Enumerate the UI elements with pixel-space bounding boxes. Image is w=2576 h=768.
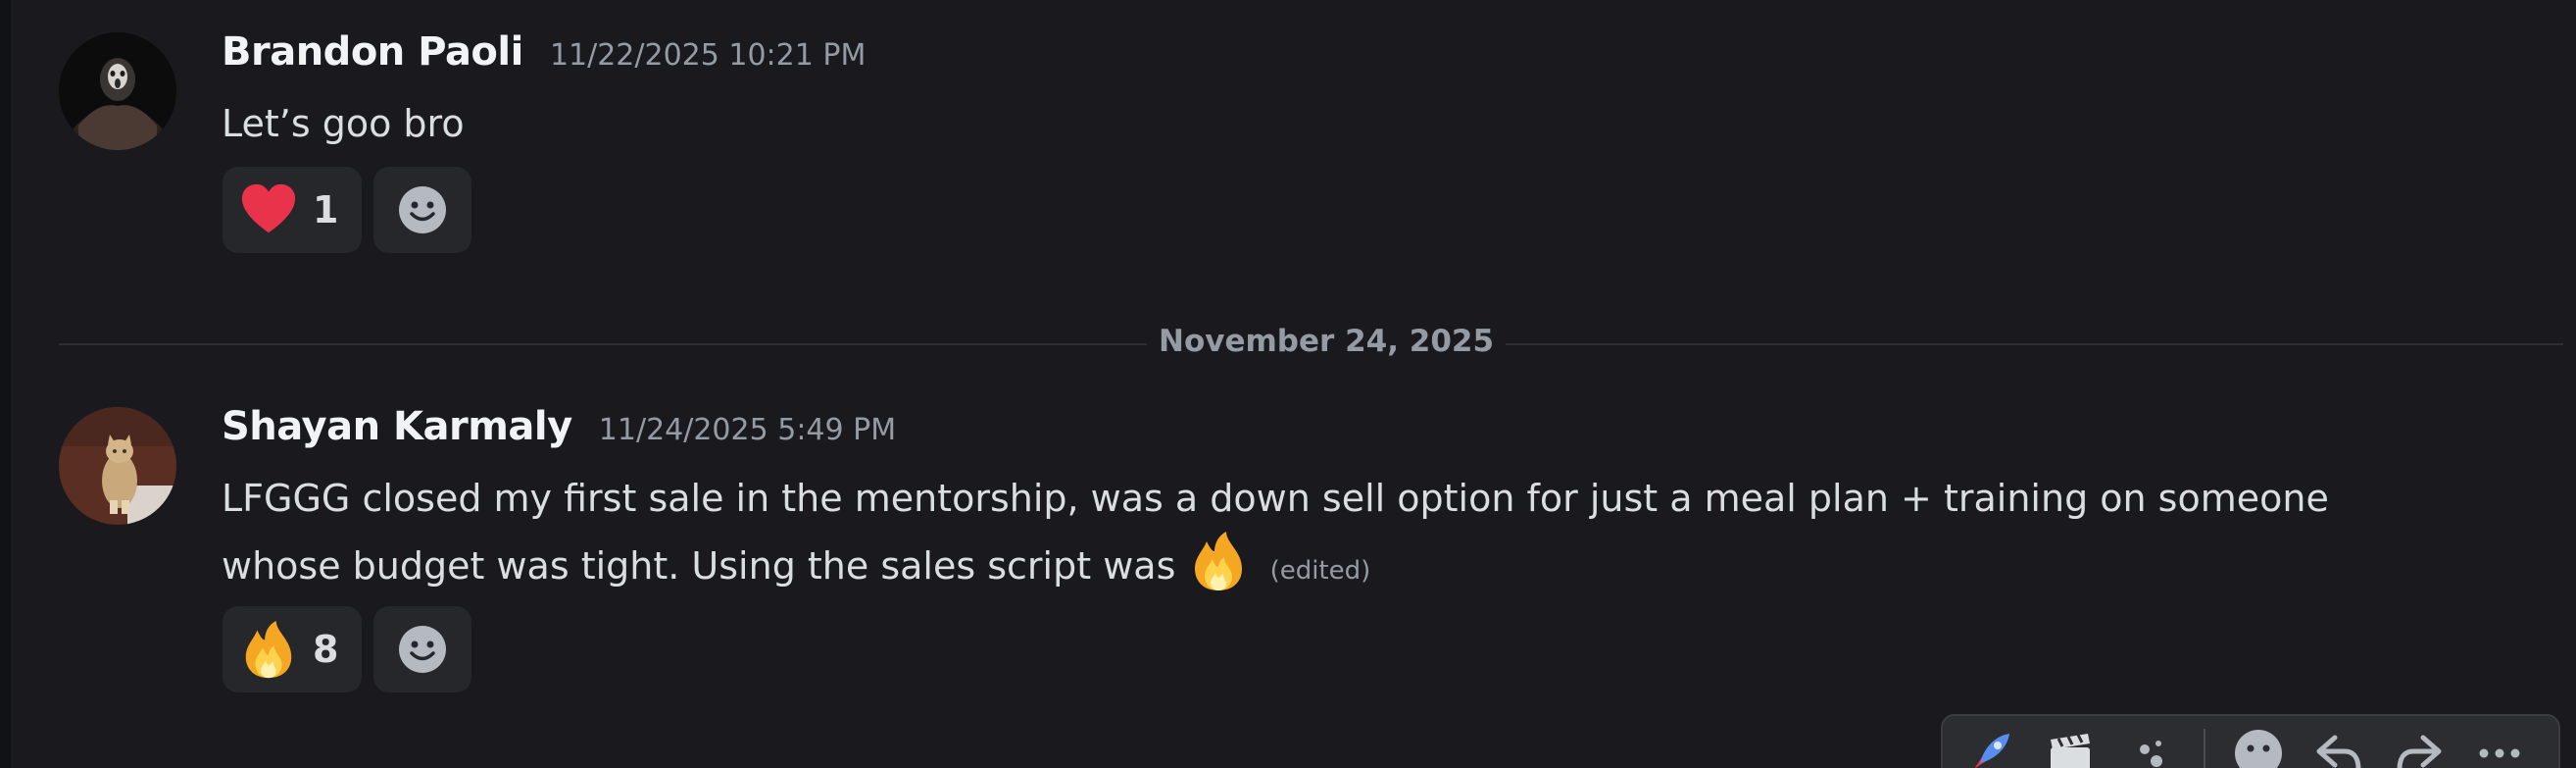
reply-icon[interactable] — [2311, 726, 2366, 768]
reaction-heart[interactable]: 1 — [223, 167, 363, 253]
smiley-icon — [399, 626, 447, 673]
date-divider-label: November 24, 2025 — [1147, 324, 1507, 359]
fire-emoji-icon — [1187, 530, 1250, 592]
message-text-line-2: whose budget was tight. Using the sales … — [222, 530, 1370, 602]
heart-emoji-icon — [238, 179, 299, 240]
clapperboard-icon[interactable] — [2043, 726, 2098, 768]
reactions-bar: 8 — [223, 606, 472, 692]
message-header: Shayan Karmaly 11/24/2025 5:49 PM — [222, 404, 896, 449]
chat-page: Brandon Paoli 11/22/2025 10:21 PM Let’s … — [0, 0, 2576, 768]
add-reaction-icon[interactable] — [2231, 726, 2286, 768]
reaction-count: 8 — [313, 628, 339, 671]
more-icon[interactable] — [2472, 726, 2527, 768]
fire-emoji-icon — [238, 619, 299, 680]
timestamp[interactable]: 11/24/2025 5:49 PM — [599, 413, 896, 447]
message-text: Let’s goo bro — [222, 102, 465, 145]
left-rail — [0, 0, 11, 768]
reactions-bar: 1 — [223, 167, 472, 253]
smiley-icon — [399, 186, 447, 233]
add-reaction-button[interactable] — [373, 606, 472, 692]
message-header: Brandon Paoli 11/22/2025 10:21 PM — [222, 29, 866, 75]
forward-icon[interactable] — [2392, 726, 2447, 768]
avatar[interactable] — [59, 407, 176, 525]
edited-label: (edited) — [1269, 556, 1371, 586]
avatar[interactable] — [59, 32, 176, 150]
timestamp[interactable]: 11/22/2025 10:21 PM — [550, 38, 866, 73]
toolbar-divider — [2204, 729, 2205, 768]
message-text: whose budget was tight. Using the sales … — [222, 544, 1176, 588]
reaction-count: 1 — [313, 188, 339, 231]
username[interactable]: Brandon Paoli — [222, 29, 523, 75]
add-reaction-button[interactable] — [373, 167, 472, 253]
message-text-line-1: LFGGG closed my first sale in the mentor… — [222, 477, 2329, 520]
username[interactable]: Shayan Karmaly — [222, 404, 572, 449]
rocket-icon[interactable] — [1962, 726, 2017, 768]
reaction-fire[interactable]: 8 — [223, 606, 363, 692]
message-hover-toolbar — [1941, 714, 2560, 768]
sparkle-icon[interactable] — [2123, 726, 2178, 768]
